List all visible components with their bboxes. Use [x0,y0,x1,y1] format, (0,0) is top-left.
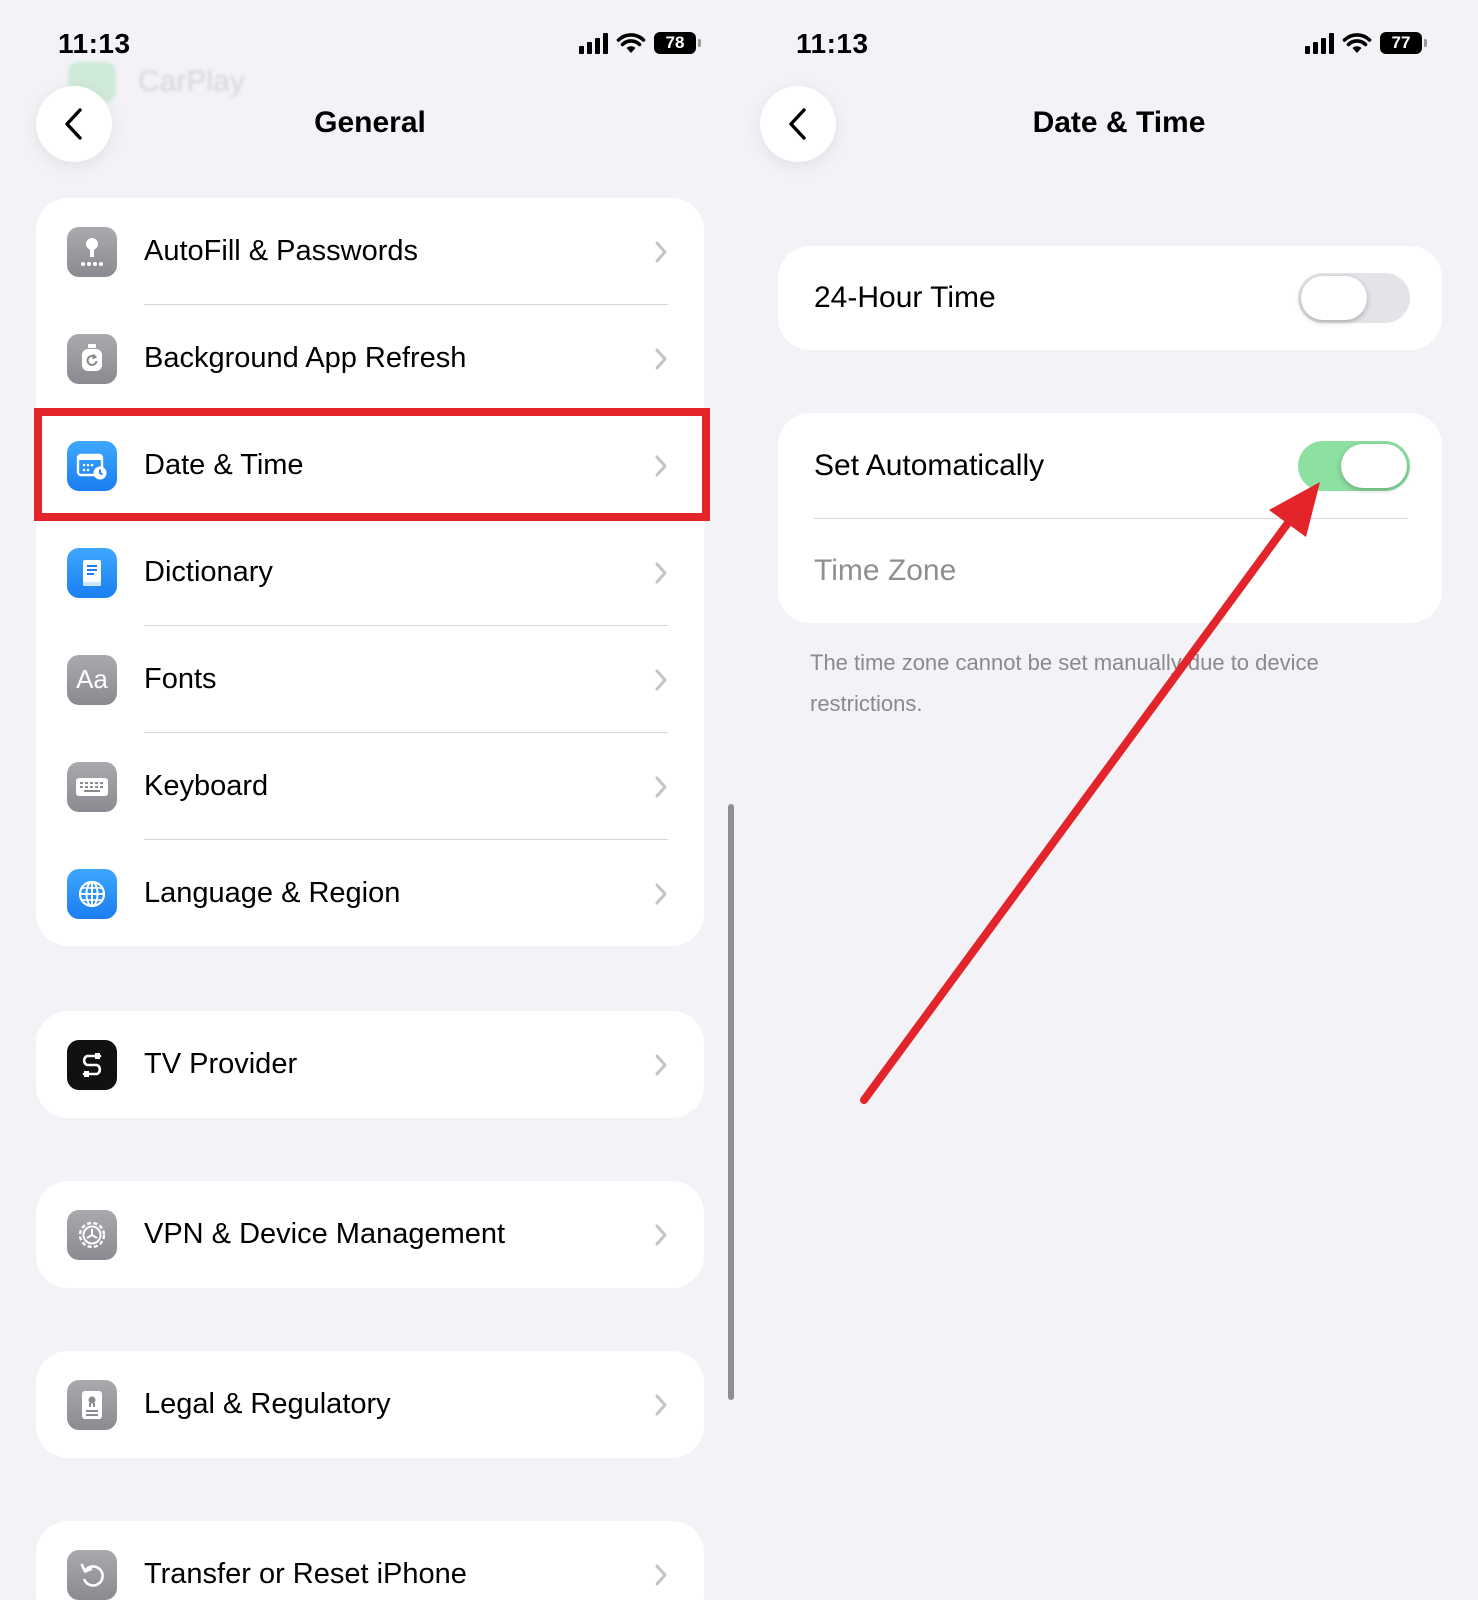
chevron-right-icon [655,669,667,690]
row-label: Transfer or Reset iPhone [144,1558,467,1590]
status-time: 11:13 [796,28,869,59]
carplay-label: CarPlay [138,65,245,98]
row-label: Time Zone [814,554,957,587]
chevron-right-icon [655,348,667,369]
group-24-hour: 24-Hour Time [778,246,1442,350]
chevron-right-icon [655,1394,667,1415]
document-icon [67,1379,117,1430]
row-autofill-passwords[interactable]: AutoFill & Passwords [36,198,704,305]
row-label: AutoFill & Passwords [144,235,418,267]
row-fonts[interactable]: Aa Fonts [36,626,704,733]
row-label: Background App Refresh [144,342,467,374]
cellular-signal-icon [1305,32,1334,54]
toggle-24-hour-time[interactable] [1298,273,1410,323]
settings-group-vpn: VPN & Device Management [36,1181,704,1288]
row-label: VPN & Device Management [144,1218,506,1250]
row-label: Dictionary [144,556,273,588]
tv-provider-icon [67,1039,117,1090]
toggle-knob [1301,276,1367,320]
wifi-icon [616,33,646,53]
row-time-zone: Time Zone [778,519,1442,623]
page-title: Date & Time [1032,106,1206,139]
row-label: Language & Region [144,877,401,909]
settings-group-main: AutoFill & Passwords Background App Refr… [36,198,704,946]
book-icon [67,547,117,598]
status-icons: 77 [1305,32,1427,54]
status-bar: 11:13 78 [0,26,740,66]
refresh-icon [67,333,117,384]
wifi-icon [1342,33,1372,53]
gear-icon [67,1209,117,1260]
chevron-right-icon [655,241,667,262]
row-language-region[interactable]: Language & Region [36,840,704,946]
settings-group-transfer: Transfer or Reset iPhone [36,1521,704,1600]
row-transfer-reset[interactable]: Transfer or Reset iPhone [36,1521,704,1600]
row-label: Fonts [144,663,217,695]
fonts-glyph: Aa [76,664,108,694]
row-24-hour-time: 24-Hour Time [778,246,1442,350]
row-tv-provider[interactable]: TV Provider [36,1011,704,1118]
battery-icon: 77 [1380,32,1427,54]
time-zone-footnote: The time zone cannot be set manually due… [810,650,1319,716]
row-label: TV Provider [144,1048,298,1080]
settings-group-tv: TV Provider [36,1011,704,1118]
status-icons: 78 [579,32,701,54]
cellular-signal-icon [579,32,608,54]
page-title: General [314,106,426,139]
row-set-automatically: Set Automatically [778,413,1442,519]
chevron-right-icon [655,776,667,797]
chevron-right-icon [655,562,667,583]
date-time-screen: 11:13 77 Date & Time 24-Hour Time Set Au… [740,0,1478,1600]
chevron-right-icon [655,883,667,904]
row-vpn-device-management[interactable]: VPN & Device Management [36,1181,704,1288]
chevron-right-icon [655,1224,667,1245]
row-legal-regulatory[interactable]: Legal & Regulatory [36,1351,704,1458]
keyboard-icon [67,761,117,812]
row-label: Legal & Regulatory [144,1388,391,1420]
globe-icon [67,868,117,919]
fonts-icon: Aa [67,654,117,705]
general-settings-screen: CarPlay 11:13 78 General AutoFill & Pass… [0,0,740,1600]
row-label: Set Automatically [814,449,1045,482]
row-keyboard[interactable]: Keyboard [36,733,704,840]
chevron-right-icon [655,1054,667,1075]
reset-icon [67,1549,117,1600]
key-icon [67,226,117,277]
row-background-app-refresh[interactable]: Background App Refresh [36,305,704,412]
status-bar: 11:13 77 [740,26,1478,66]
toggle-knob [1341,444,1407,488]
highlight-box-date-time [34,408,710,521]
scrollbar[interactable] [728,804,734,1400]
status-time: 11:13 [58,28,131,59]
settings-group-legal: Legal & Regulatory [36,1351,704,1458]
row-label: Keyboard [144,770,269,802]
row-dictionary[interactable]: Dictionary [36,519,704,626]
row-label: 24-Hour Time [814,281,996,314]
chevron-right-icon [655,1564,667,1585]
toggle-set-automatically[interactable] [1298,441,1410,491]
group-set-automatically: Set Automatically Time Zone [778,413,1442,623]
battery-icon: 78 [654,32,701,54]
